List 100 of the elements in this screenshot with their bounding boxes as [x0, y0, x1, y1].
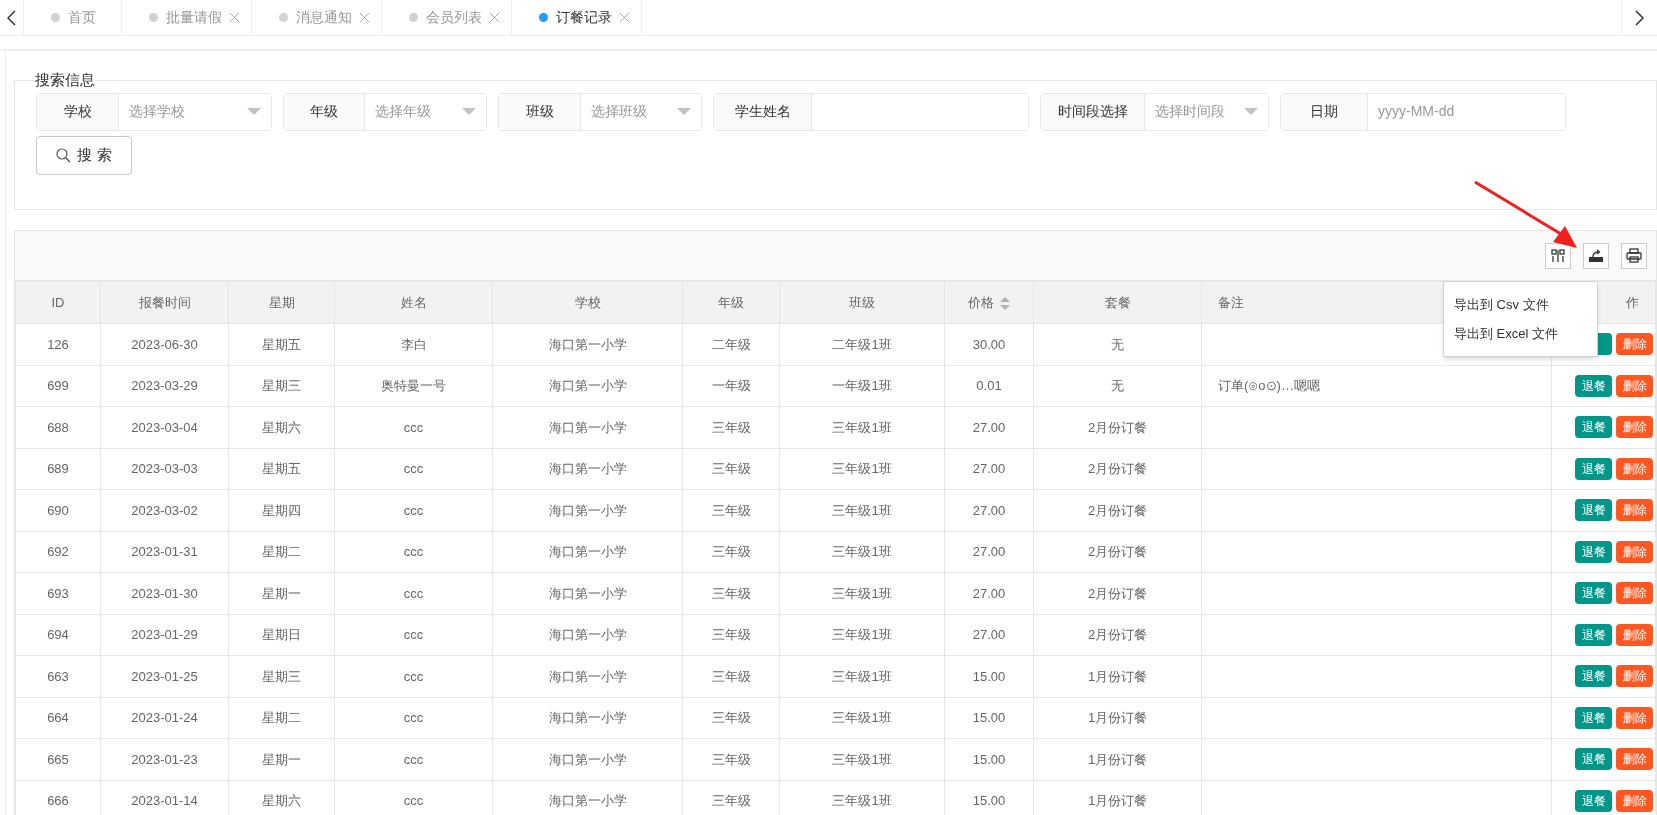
table-cell: ccc [334, 655, 493, 697]
tab-label: 会员列表 [426, 8, 482, 27]
table-cell: 无 [1033, 365, 1202, 407]
search-icon [56, 147, 72, 163]
print-button[interactable] [1621, 242, 1647, 269]
table-cell: 二年级 [682, 323, 780, 365]
delete-button[interactable]: 删除 [1616, 748, 1653, 771]
table-cell: 2月份订餐 [1033, 489, 1202, 531]
tab-label: 批量请假 [166, 8, 222, 27]
table-cell: 一年级1班 [779, 365, 945, 407]
columns-button[interactable] [1545, 242, 1571, 269]
cancel-meal-button[interactable]: 退餐 [1575, 665, 1612, 688]
table-cell: 2月份订餐 [1033, 531, 1202, 573]
page-tab[interactable]: 会员列表 [382, 0, 512, 35]
table-cell: 海口第一小学 [492, 531, 683, 573]
table-cell: 海口第一小学 [492, 489, 683, 531]
column-header[interactable]: 价格 [944, 281, 1034, 324]
export-icon [1588, 248, 1604, 263]
tab-label: 订餐记录 [556, 8, 612, 27]
table-cell: 二年级1班 [779, 323, 945, 365]
table-cell: 海口第一小学 [492, 655, 683, 697]
table-cell: 27.00 [944, 406, 1034, 448]
delete-button[interactable]: 删除 [1616, 582, 1653, 605]
close-icon[interactable] [490, 13, 499, 22]
table-cell: 星期二 [228, 697, 335, 739]
table-cell: 2月份订餐 [1033, 614, 1202, 656]
cancel-meal-button[interactable]: 退餐 [1575, 374, 1612, 397]
close-icon[interactable] [360, 13, 369, 22]
table-cell: 15.00 [944, 655, 1034, 697]
table-cell: 三年级 [682, 655, 780, 697]
table-cell: 1月份订餐 [1033, 738, 1202, 780]
table-cell: 664 [15, 697, 101, 739]
delete-button[interactable]: 删除 [1616, 416, 1653, 439]
export-button[interactable] [1583, 242, 1609, 269]
delete-button[interactable]: 删除 [1616, 623, 1653, 646]
close-icon[interactable] [230, 13, 239, 22]
cancel-meal-button[interactable]: 退餐 [1575, 499, 1612, 522]
delete-button[interactable]: 删除 [1616, 665, 1653, 688]
table-cell: 2月份订餐 [1033, 448, 1202, 490]
table-cell: 三年级 [682, 614, 780, 656]
delete-button[interactable]: 删除 [1616, 540, 1653, 563]
table-cell: 2023-06-30 [100, 323, 229, 365]
column-header: 学校 [492, 281, 683, 324]
close-icon[interactable] [620, 13, 629, 22]
cancel-meal-button[interactable]: 退餐 [1575, 623, 1612, 646]
page-tab[interactable]: 消息通知 [252, 0, 382, 35]
page-tab[interactable]: 订餐记录 [512, 0, 642, 35]
table-cell: 三年级 [682, 572, 780, 614]
table-cell: 27.00 [944, 572, 1034, 614]
table-cell: 海口第一小学 [492, 448, 683, 490]
table-cell: 海口第一小学 [492, 697, 683, 739]
table-cell: 2023-01-30 [100, 572, 229, 614]
table-cell: 三年级1班 [779, 738, 945, 780]
column-header: 星期 [228, 281, 335, 324]
table-cell: 15.00 [944, 738, 1034, 780]
table-cell: ccc [334, 531, 493, 573]
delete-button[interactable]: 删除 [1616, 789, 1653, 812]
cancel-meal-button[interactable]: 退餐 [1575, 582, 1612, 605]
delete-button[interactable]: 删除 [1616, 457, 1653, 480]
table-cell: 星期三 [228, 655, 335, 697]
page-tab[interactable]: 批量请假 [122, 0, 252, 35]
column-header: 班级 [779, 281, 945, 324]
cancel-meal-button[interactable]: 退餐 [1575, 748, 1612, 771]
table-cell: 693 [15, 572, 101, 614]
table-cell: 2023-03-04 [100, 406, 229, 448]
table-cell: 2023-01-24 [100, 697, 229, 739]
cancel-meal-button[interactable]: 退餐 [1575, 706, 1612, 729]
chevron-right-icon [1635, 9, 1644, 26]
column-header: 套餐 [1033, 281, 1202, 324]
table-cell: 2023-01-25 [100, 655, 229, 697]
table-cell: 15.00 [944, 697, 1034, 739]
table-cell: 星期五 [228, 448, 335, 490]
cancel-meal-button[interactable]: 退餐 [1575, 416, 1612, 439]
page-tab[interactable]: 首页 [24, 0, 122, 35]
table-cell: ccc [334, 614, 493, 656]
table-cell: 星期六 [228, 406, 335, 448]
table-cell: 699 [15, 365, 101, 407]
delete-button[interactable]: 删除 [1616, 706, 1653, 729]
delete-button[interactable]: 删除 [1616, 374, 1653, 397]
cancel-meal-button[interactable]: 退餐 [1575, 789, 1612, 812]
print-icon [1626, 248, 1642, 263]
table-cell: 1月份订餐 [1033, 697, 1202, 739]
table-cell: 2023-03-29 [100, 365, 229, 407]
chevron-left-icon [7, 9, 16, 26]
delete-button[interactable]: 删除 [1616, 333, 1653, 356]
table-cell: 海口第一小学 [492, 323, 683, 365]
table-cell: 海口第一小学 [492, 738, 683, 780]
table-cell: ccc [334, 738, 493, 780]
table-cell: 2月份订餐 [1033, 572, 1202, 614]
column-header: 年级 [682, 281, 780, 324]
table-cell: 690 [15, 489, 101, 531]
sort-icon[interactable] [1000, 296, 1010, 310]
table-cell: 27.00 [944, 489, 1034, 531]
search-button[interactable]: 搜 索 [36, 135, 132, 175]
table-cell: 星期四 [228, 489, 335, 531]
table-cell: 星期一 [228, 572, 335, 614]
cancel-meal-button[interactable]: 退餐 [1575, 540, 1612, 563]
cancel-meal-button[interactable]: 退餐 [1575, 457, 1612, 480]
delete-button[interactable]: 删除 [1616, 499, 1653, 522]
table-cell: 30.00 [944, 323, 1034, 365]
